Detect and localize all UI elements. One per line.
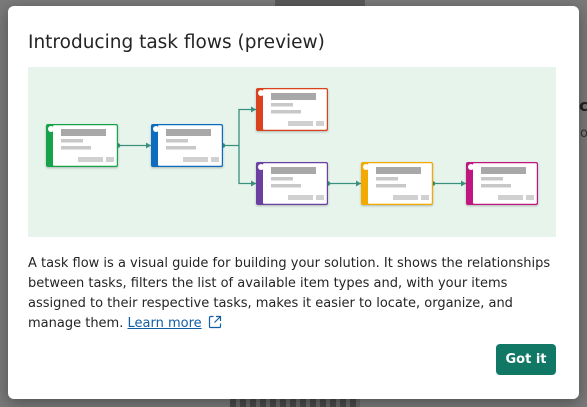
card-status-dot: [153, 126, 159, 132]
card-green: [46, 124, 118, 167]
connector-arrow: [461, 180, 466, 187]
task-flow-diagram: [46, 88, 538, 205]
dialog-description: A task flow is a visual guide for buildi…: [28, 254, 553, 334]
description-text: A task flow is a visual guide for buildi…: [28, 256, 551, 331]
got-it-button[interactable]: Got it: [496, 344, 556, 375]
card-magenta: [466, 162, 538, 205]
card-status-dot: [258, 90, 264, 96]
task-flows-dialog: Introducing task flows (preview) A task …: [8, 6, 579, 399]
task-flow-illustration: [28, 67, 556, 237]
learn-more-link[interactable]: Learn more: [127, 315, 222, 331]
card-blue: [151, 124, 223, 167]
card-status-dot: [48, 126, 54, 132]
connector-arrow: [356, 180, 361, 187]
connector-arrow: [146, 142, 151, 149]
dialog-title: Introducing task flows (preview): [28, 32, 325, 53]
external-link-icon: [208, 315, 221, 329]
learn-more-label: Learn more: [127, 316, 202, 331]
card-status-dot: [363, 164, 369, 170]
card-status-dot: [258, 164, 264, 170]
background-text-fragment-2: o: [580, 126, 587, 141]
connector-arrow: [251, 106, 256, 113]
card-status-dot: [468, 164, 474, 170]
card-yellow: [361, 162, 433, 205]
card-red: [256, 88, 328, 131]
flow-connector: [238, 145, 256, 185]
flow-connector: [223, 108, 256, 147]
background-text-fragment: c: [579, 96, 587, 115]
connector-arrow: [251, 180, 256, 187]
background-footer-fragment: [230, 399, 360, 407]
card-purple: [256, 162, 328, 205]
